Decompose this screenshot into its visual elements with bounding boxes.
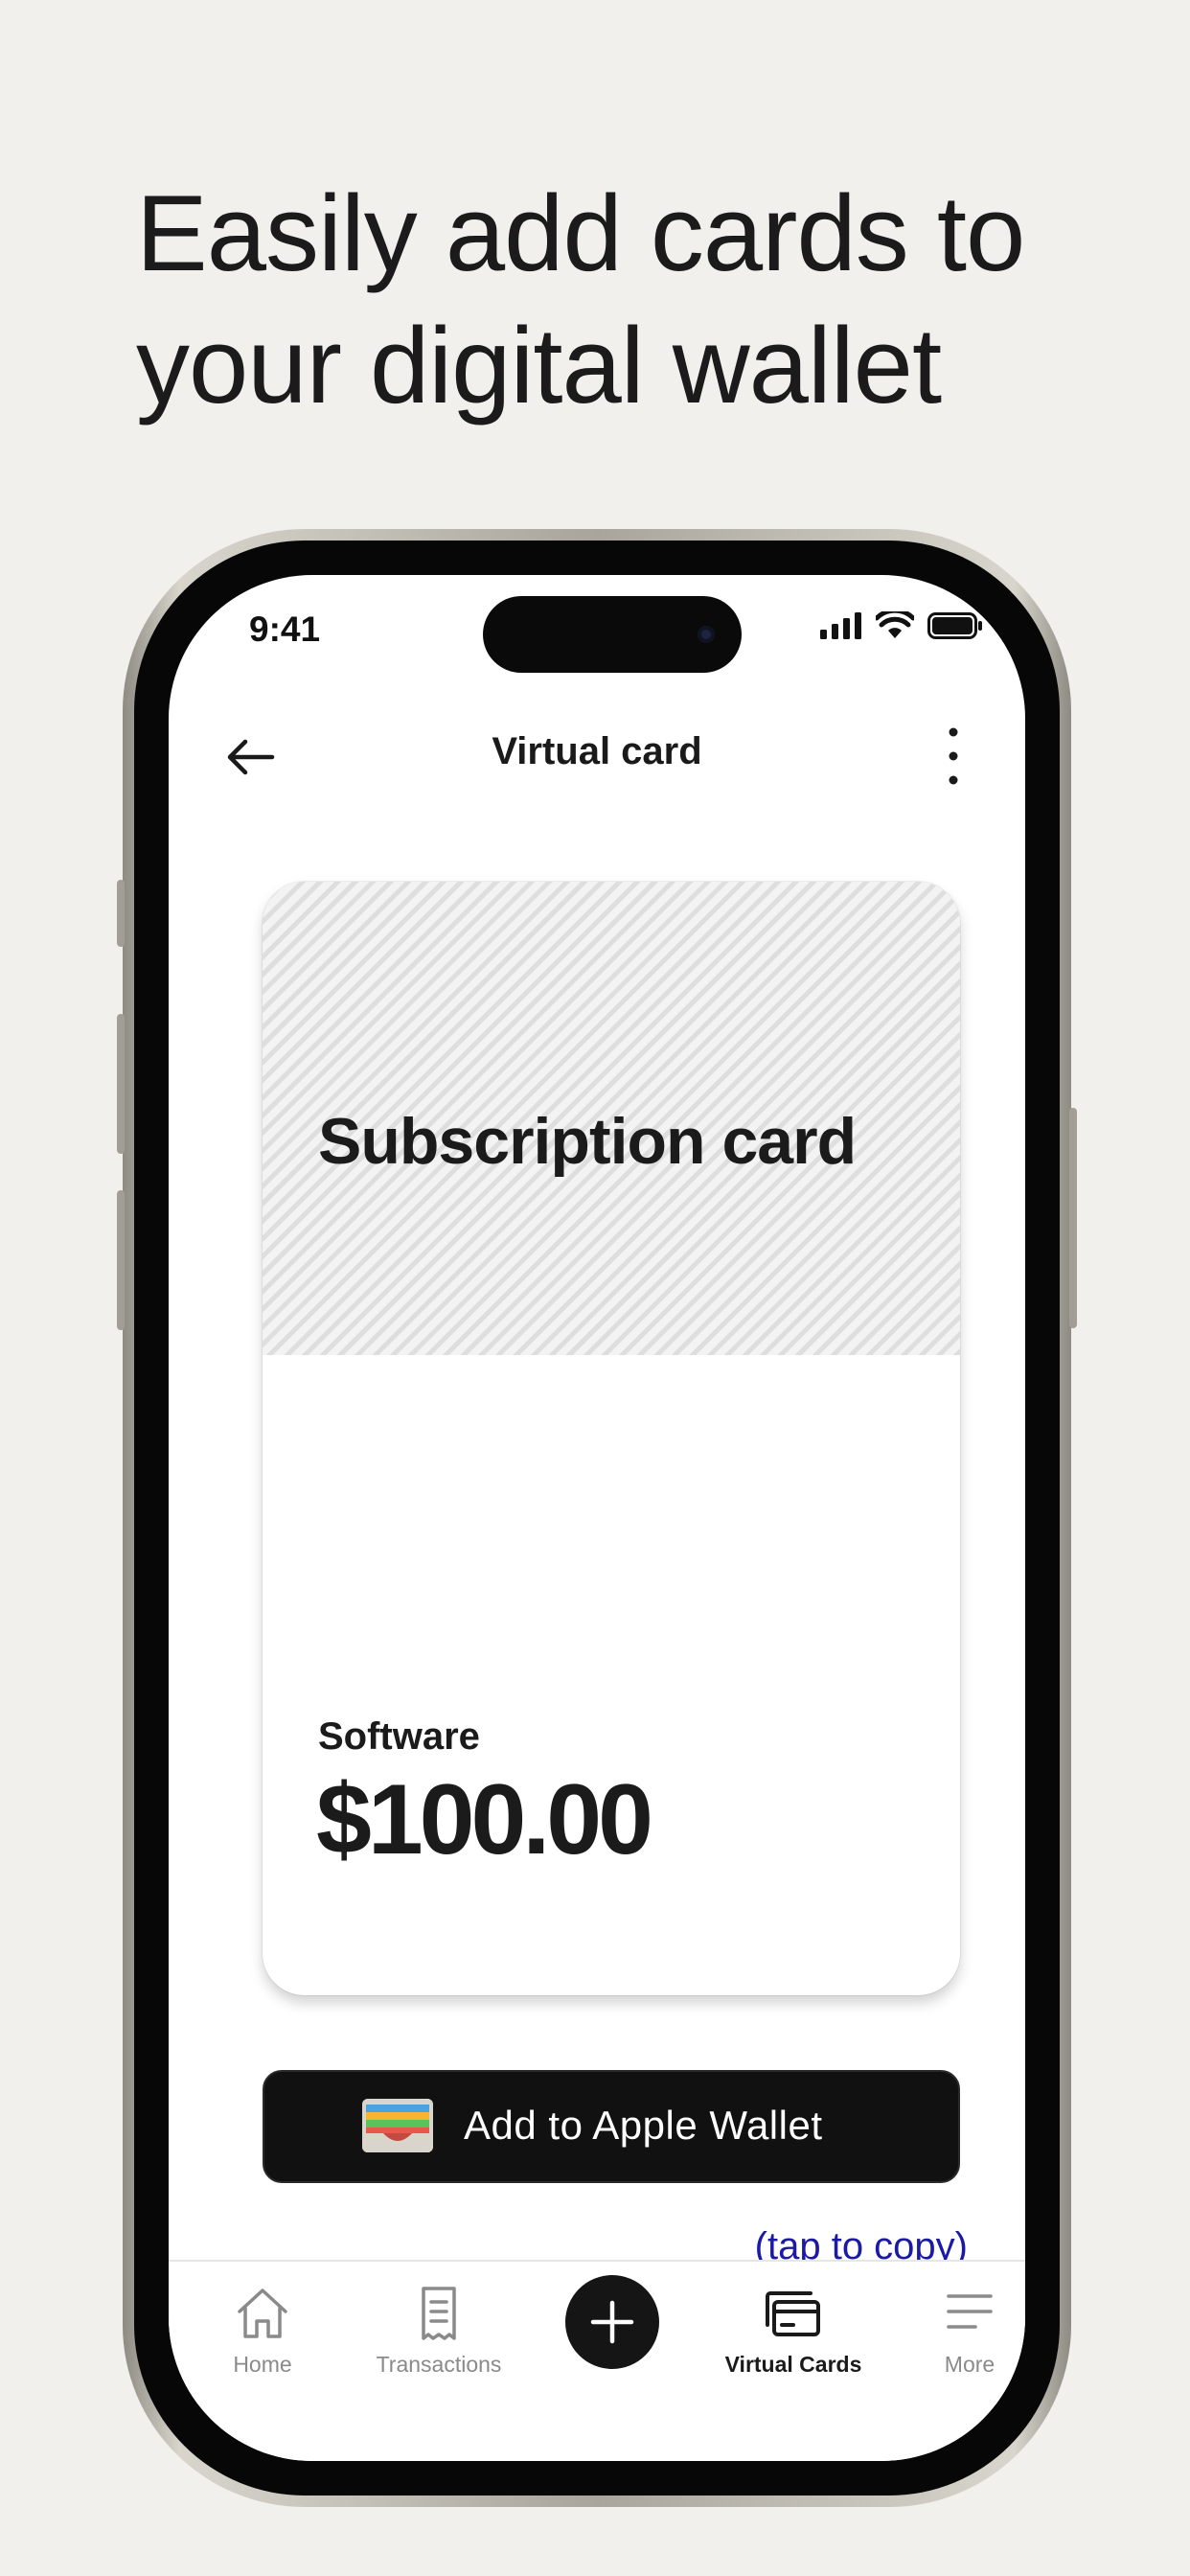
- volume-down-button: [117, 1190, 125, 1330]
- tab-home-label: Home: [233, 2352, 292, 2377]
- add-to-apple-wallet-button[interactable]: Add to Apple Wallet: [263, 2070, 960, 2183]
- status-icons: [820, 611, 983, 640]
- wifi-icon: [876, 611, 914, 638]
- phone-bezel: 9:41 Virtual card Subscription card Soft…: [134, 540, 1060, 2496]
- camera-icon: [698, 626, 715, 643]
- tab-virtual-cards[interactable]: Virtual Cards: [705, 2283, 881, 2378]
- nav-bar: Virtual card: [169, 709, 1025, 805]
- headline: Easily add cards to your digital wallet: [136, 168, 1094, 432]
- tab-transactions[interactable]: Transactions: [351, 2283, 527, 2378]
- nav-title: Virtual card: [492, 730, 702, 772]
- plus-icon: [590, 2300, 634, 2344]
- virtual-card[interactable]: Subscription card Software $100.00: [263, 882, 960, 1995]
- more-vertical-icon: [949, 727, 958, 785]
- tab-bar: Home Transactions Virtual Cards More: [169, 2260, 1025, 2461]
- phone-screen: 9:41 Virtual card Subscription card Soft…: [169, 575, 1025, 2461]
- add-button[interactable]: [565, 2275, 659, 2369]
- receipt-icon: [422, 2287, 456, 2340]
- tab-home[interactable]: Home: [174, 2283, 351, 2378]
- more-options-button[interactable]: [939, 723, 968, 790]
- power-button: [1069, 1108, 1077, 1328]
- card-name: Subscription card: [318, 1105, 857, 1178]
- card-amount: $100.00: [316, 1764, 653, 1875]
- volume-up-button: [117, 1014, 125, 1154]
- cards-icon: [766, 2291, 820, 2336]
- tab-more-label: More: [944, 2352, 995, 2377]
- apple-wallet-icon: [362, 2099, 433, 2152]
- tab-transactions-label: Transactions: [376, 2352, 502, 2377]
- silent-switch: [117, 880, 125, 947]
- phone-frame: 9:41 Virtual card Subscription card Soft…: [117, 529, 1077, 2507]
- home-icon: [238, 2288, 287, 2338]
- headline-line-1: Easily add cards to: [136, 173, 1025, 293]
- signal-icon: [820, 612, 861, 639]
- menu-icon: [947, 2294, 993, 2329]
- headline-line-2: your digital wallet: [136, 306, 942, 426]
- status-time: 9:41: [249, 610, 321, 649]
- battery-icon: [927, 612, 982, 639]
- tab-virtual-cards-label: Virtual Cards: [724, 2352, 862, 2377]
- dynamic-island: [483, 596, 742, 673]
- add-to-apple-wallet-label: Add to Apple Wallet: [464, 2103, 823, 2148]
- tab-more[interactable]: More: [881, 2283, 1025, 2378]
- card-category: Software: [318, 1715, 480, 1758]
